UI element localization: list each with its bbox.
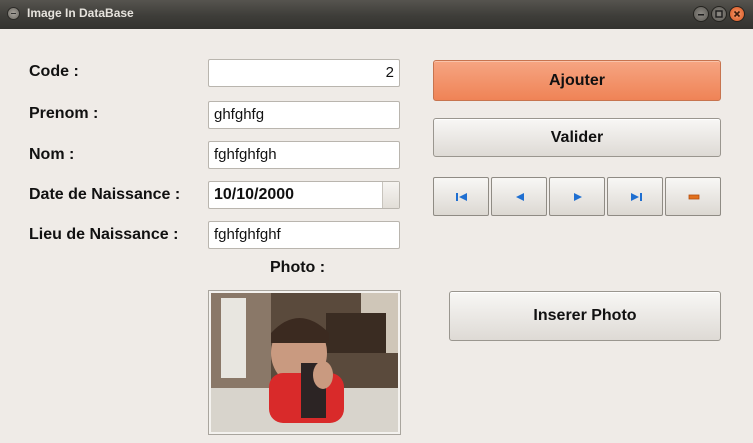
photo-box bbox=[208, 290, 401, 435]
next-record-icon bbox=[574, 193, 582, 201]
first-record-button[interactable] bbox=[433, 177, 489, 216]
delete-record-icon bbox=[688, 194, 700, 200]
last-record-button[interactable] bbox=[607, 177, 663, 216]
title-bar[interactable]: Image In DataBase bbox=[0, 0, 753, 29]
lieu-naissance-label: Lieu de Naissance : bbox=[29, 226, 179, 243]
close-icon bbox=[733, 10, 741, 18]
ajouter-button[interactable]: Ajouter bbox=[433, 60, 721, 101]
window-title: Image In DataBase bbox=[27, 6, 134, 20]
prenom-label: Prenom : bbox=[29, 105, 99, 122]
code-label: Code : bbox=[29, 63, 79, 80]
minimize-button[interactable] bbox=[693, 6, 709, 22]
maximize-icon bbox=[715, 10, 723, 18]
date-dropdown-button[interactable] bbox=[382, 182, 399, 208]
date-naissance-label: Date de Naissance : bbox=[29, 186, 181, 203]
previous-record-button[interactable] bbox=[491, 177, 547, 216]
delete-record-button[interactable] bbox=[665, 177, 721, 216]
person-photo bbox=[211, 293, 398, 432]
next-record-button[interactable] bbox=[549, 177, 605, 216]
close-button[interactable] bbox=[729, 6, 745, 22]
valider-button[interactable]: Valider bbox=[433, 118, 721, 157]
date-naissance-picker[interactable]: 10/10/2000 bbox=[208, 181, 400, 209]
nom-field[interactable]: fghfghfgh bbox=[208, 141, 400, 169]
code-field[interactable]: 2 bbox=[208, 59, 400, 87]
prenom-field[interactable]: ghfghfg bbox=[208, 101, 400, 129]
inserer-photo-button[interactable]: Inserer Photo bbox=[449, 291, 721, 341]
previous-record-icon bbox=[516, 193, 524, 201]
date-naissance-value: 10/10/2000 bbox=[214, 186, 295, 203]
window-menu-icon[interactable] bbox=[7, 7, 20, 20]
nom-label: Nom : bbox=[29, 146, 75, 163]
first-record-icon bbox=[456, 193, 467, 201]
minimize-icon bbox=[698, 14, 704, 16]
last-record-icon bbox=[631, 193, 642, 201]
photo-label: Photo : bbox=[270, 259, 326, 276]
maximize-button[interactable] bbox=[711, 6, 727, 22]
lieu-naissance-field[interactable]: fghfghfghf bbox=[208, 221, 400, 249]
